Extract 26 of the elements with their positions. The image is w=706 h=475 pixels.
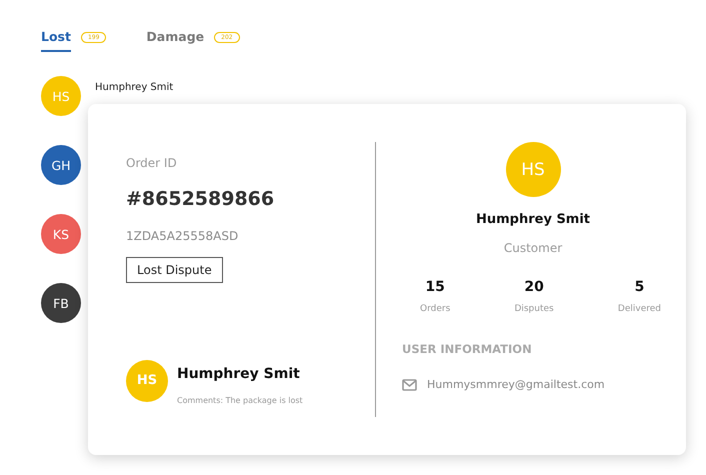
avatar: HS [506, 142, 560, 197]
contact-name[interactable]: Humphrey Smit [95, 82, 174, 93]
stat-value: 15 [425, 279, 445, 295]
tab[interactable]: Lost [41, 26, 71, 52]
stat-label: Orders [420, 304, 450, 314]
stat-value: 20 [524, 279, 544, 295]
avatar: HS [41, 76, 81, 116]
stat-label: Delivered [618, 304, 661, 314]
commenter-name: Humphrey Smit [177, 366, 301, 382]
status-button[interactable]: Lost Dispute [126, 257, 223, 283]
avatar: KS [41, 214, 81, 254]
order-id: #8652589866 [126, 188, 276, 210]
section-heading: USER INFORMATION [402, 342, 533, 356]
tab[interactable]: Damage [146, 26, 204, 50]
tracking-number: 1ZDA5A25558ASD [126, 229, 240, 243]
email-address: Hummysmmrey@gmailtest.com [427, 378, 605, 391]
avatar: GH [41, 145, 81, 185]
avatar: FB [41, 283, 81, 323]
stat-label: Disputes [514, 304, 554, 314]
avatar: HS [126, 360, 168, 402]
order-id-label: Order ID [126, 156, 178, 170]
mail-icon [402, 378, 417, 390]
stat-value: 5 [634, 279, 644, 295]
customer-role: Customer [504, 241, 562, 255]
customer-name: Humphrey Smit [476, 212, 590, 227]
comment-text: Comments: The package is lost [177, 396, 303, 405]
